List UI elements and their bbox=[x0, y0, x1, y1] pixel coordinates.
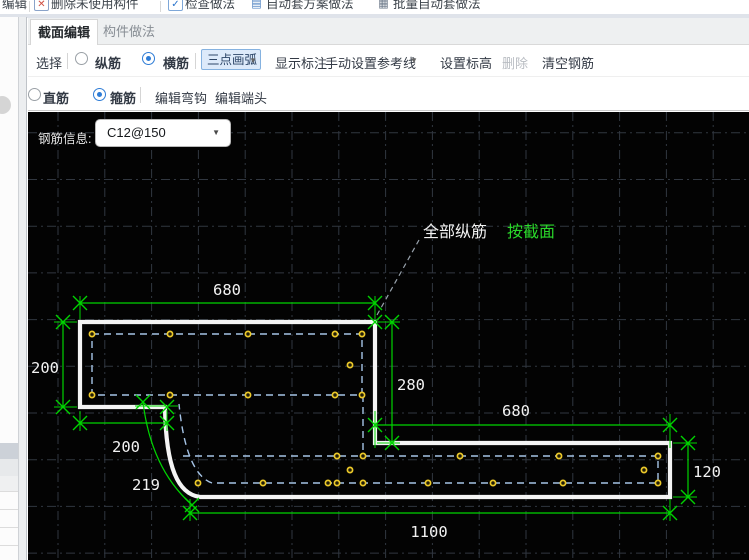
toolbar-item-auto-apply[interactable]: 自动套方案做法 bbox=[266, 0, 354, 12]
rebar-point[interactable] bbox=[654, 479, 662, 487]
chevron-down-icon: ▼ bbox=[212, 128, 220, 137]
set-elevation-button[interactable]: 设置标高 bbox=[440, 53, 492, 72]
chevron-down-icon: ▼ bbox=[249, 56, 257, 65]
toolbar-separator bbox=[140, 87, 141, 103]
clear-rebar-button[interactable]: 清空钢筋 bbox=[542, 53, 594, 72]
rebar-point[interactable] bbox=[359, 479, 367, 487]
radio-transverse[interactable] bbox=[142, 52, 155, 65]
rebar-point[interactable] bbox=[244, 391, 252, 399]
dim-total-width: 1100 bbox=[410, 523, 447, 541]
rebar-point[interactable] bbox=[359, 452, 367, 460]
tab-section-edit[interactable]: 截面编辑 bbox=[30, 19, 98, 45]
radio-straight-label[interactable]: 直筋 bbox=[43, 88, 69, 107]
rebar-point[interactable] bbox=[333, 452, 341, 460]
rebar-point[interactable] bbox=[324, 479, 332, 487]
rebar-point[interactable] bbox=[166, 391, 174, 399]
edit-hook-button[interactable]: 编辑弯钩 bbox=[155, 88, 207, 107]
rebar-spec-value: C12@150 bbox=[107, 125, 166, 140]
toolbar-item-clipped[interactable]: 编辑 bbox=[2, 0, 27, 12]
rebar-point[interactable] bbox=[331, 330, 339, 338]
top-toolbar: 编辑 ✕ 删除未使用构件 ✓ 检查做法 ▤ 自动套方案做法 ▦ 批量自动套做法 bbox=[0, 0, 749, 14]
callout-all-longitudinal: 全部纵筋 bbox=[423, 223, 487, 241]
left-table-header bbox=[0, 443, 18, 459]
rebar-point[interactable] bbox=[346, 466, 354, 474]
rebar-point[interactable] bbox=[166, 330, 174, 338]
callout-by-section[interactable]: 按截面 bbox=[507, 223, 555, 241]
section-canvas-panel: 680 200 280 680 200 219 120 1100 全部纵筋 按截… bbox=[28, 112, 749, 560]
chevron-down-icon[interactable]: ▼ bbox=[410, 56, 418, 65]
rebar-point[interactable] bbox=[456, 452, 464, 460]
dim-right-height: 280 bbox=[397, 376, 425, 394]
rebar-point[interactable] bbox=[88, 391, 96, 399]
rebar-point[interactable] bbox=[331, 391, 339, 399]
tab-component-method[interactable]: 构件做法 bbox=[98, 19, 160, 44]
auto-apply-icon: ▤ bbox=[251, 0, 262, 10]
section-outline[interactable] bbox=[77, 319, 673, 500]
rebar-point[interactable] bbox=[88, 330, 96, 338]
rebar-point[interactable] bbox=[559, 479, 567, 487]
dim-top-width: 680 bbox=[213, 281, 241, 299]
dim-step-width: 200 bbox=[112, 438, 140, 456]
radio-straight[interactable] bbox=[28, 88, 41, 101]
rebar-point[interactable] bbox=[194, 479, 202, 487]
check-method-icon: ✓ bbox=[168, 0, 183, 11]
radio-longitudinal[interactable] bbox=[75, 52, 88, 65]
rebar-point[interactable] bbox=[346, 361, 354, 369]
dim-lower-width: 680 bbox=[502, 402, 530, 420]
left-table-line bbox=[0, 527, 18, 528]
rebar-toolbar: 选择 纵筋 横筋 三点画弧 ▼ 显示标注 手动设置参考线 ▼ 设置标高 删除 清… bbox=[28, 45, 749, 77]
delete-button[interactable]: 删除 bbox=[502, 53, 528, 72]
toolbar-separator bbox=[160, 1, 161, 12]
toolbar-item-batch-auto-apply[interactable]: 批量自动套做法 bbox=[393, 0, 481, 12]
toolbar-item-check-method[interactable]: 检查做法 bbox=[185, 0, 235, 12]
dim-slab-thickness: 120 bbox=[693, 463, 721, 481]
batch-auto-apply-icon: ▦ bbox=[378, 0, 389, 10]
stirrup-toolbar: 直筋 箍筋 编辑弯钩 编辑端头 bbox=[28, 77, 749, 111]
rebar-spec-dropdown[interactable]: C12@150 ▼ bbox=[95, 119, 231, 147]
rebar-point[interactable] bbox=[424, 479, 432, 487]
rebar-point[interactable] bbox=[489, 479, 497, 487]
rebar-point[interactable] bbox=[358, 391, 366, 399]
radio-stirrup-label[interactable]: 箍筋 bbox=[110, 88, 136, 107]
delete-unused-icon: ✕ bbox=[34, 0, 49, 11]
select-tool[interactable]: 选择 bbox=[36, 53, 62, 72]
rebar-point[interactable] bbox=[333, 479, 341, 487]
rebar-point[interactable] bbox=[555, 452, 563, 460]
section-canvas[interactable]: 680 200 280 680 200 219 120 1100 全部纵筋 按截… bbox=[28, 112, 749, 560]
app-window: 编辑 ✕ 删除未使用构件 ✓ 检查做法 ▤ 自动套方案做法 ▦ 批量自动套做法 … bbox=[0, 0, 749, 560]
callout-leader-line bbox=[376, 239, 420, 316]
dim-left-height: 200 bbox=[31, 359, 59, 377]
rebar-point[interactable] bbox=[358, 330, 366, 338]
radio-transverse-label[interactable]: 横筋 bbox=[163, 53, 189, 72]
show-annotation-button[interactable]: 显示标注 bbox=[275, 53, 327, 72]
left-table-line bbox=[0, 509, 18, 510]
toolbar-separator bbox=[195, 53, 196, 69]
rebar-point[interactable] bbox=[244, 330, 252, 338]
rebar-point[interactable] bbox=[640, 466, 648, 474]
toolbar-separator bbox=[29, 1, 30, 12]
left-scroll-strip[interactable] bbox=[19, 17, 27, 560]
dim-arc-radius: 219 bbox=[132, 476, 160, 494]
left-table-row bbox=[0, 476, 18, 491]
left-table-subheader bbox=[0, 459, 18, 476]
left-table-line bbox=[0, 545, 18, 546]
rebar-info-label: 钢筋信息: bbox=[38, 132, 92, 146]
radio-longitudinal-label[interactable]: 纵筋 bbox=[95, 53, 121, 72]
left-table-line bbox=[0, 491, 18, 492]
radio-stirrup[interactable] bbox=[93, 88, 106, 101]
edit-end-button[interactable]: 编辑端头 bbox=[215, 88, 267, 107]
rebar-point[interactable] bbox=[654, 452, 662, 460]
rebar-point[interactable] bbox=[259, 479, 267, 487]
tab-bar: 截面编辑 构件做法 bbox=[28, 18, 749, 45]
toolbar-item-delete-unused[interactable]: 删除未使用构件 bbox=[51, 0, 139, 12]
three-point-arc-button[interactable]: 三点画弧 ▼ bbox=[201, 49, 261, 70]
toolbar-separator bbox=[67, 53, 68, 69]
manual-reference-button[interactable]: 手动设置参考线 bbox=[325, 53, 416, 72]
